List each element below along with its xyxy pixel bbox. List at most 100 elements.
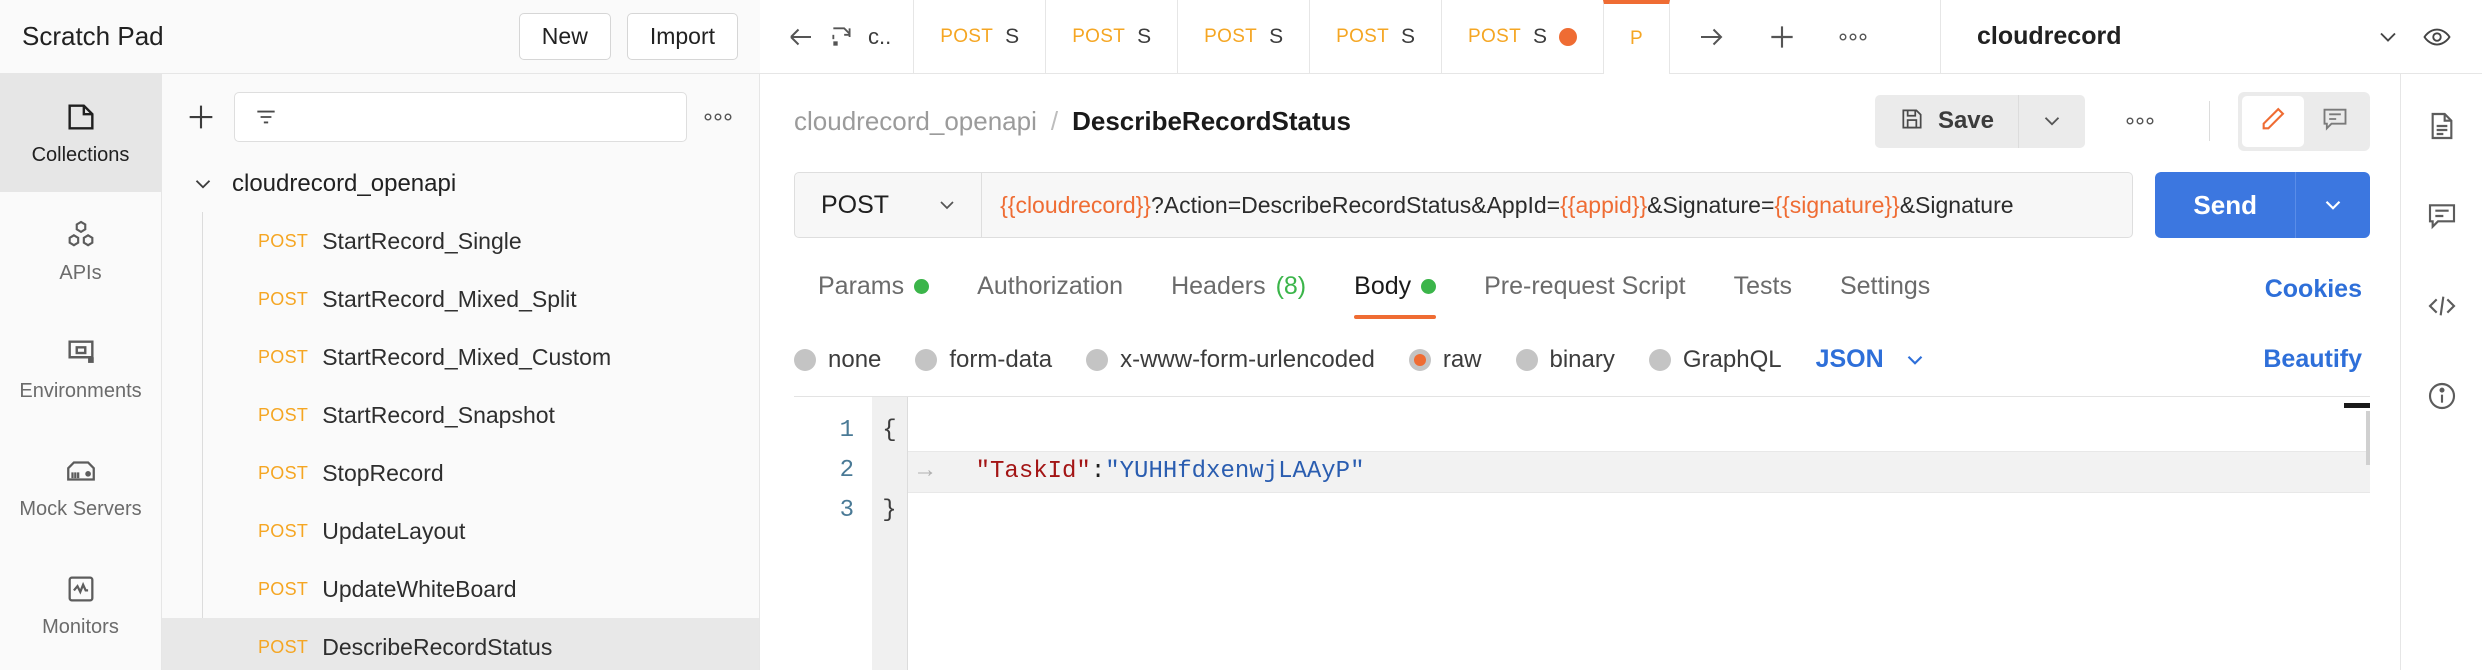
import-button[interactable]: Import (626, 13, 738, 60)
breadcrumb-separator: / (1050, 105, 1059, 136)
editor-line-numbers: 1 2 3 (794, 397, 872, 670)
request-tab-method: P (1630, 28, 1643, 49)
beautify-button[interactable]: Beautify (2263, 345, 2370, 374)
tab-label: Settings (1839, 272, 1931, 300)
ellipsis-icon[interactable] (2099, 115, 2181, 127)
radio-button-selected[interactable] (1408, 348, 1431, 371)
list-item[interactable]: POST StartRecord_Mixed_Split (162, 270, 759, 328)
radio-button[interactable] (1515, 348, 1538, 371)
list-item[interactable]: POST UpdateWhiteBoard (162, 560, 759, 618)
http-method-select[interactable]: POST (795, 173, 983, 237)
documentation-icon[interactable] (2426, 110, 2458, 142)
request-tab[interactable]: POST S (1441, 0, 1603, 73)
chevron-down-icon[interactable] (2374, 23, 2402, 51)
request-name: DescribeRecordStatus (322, 633, 553, 660)
fold-marker: { (882, 417, 897, 444)
workspace-name: cloudrecord (1977, 22, 2122, 50)
radio-button[interactable] (1086, 348, 1109, 371)
radio-button[interactable] (915, 348, 938, 371)
plus-icon[interactable] (1766, 21, 1798, 53)
edit-mode-button[interactable] (2242, 95, 2304, 147)
list-item[interactable]: POST UpdateLayout (162, 502, 759, 560)
tab-settings[interactable]: Settings (1816, 260, 1954, 319)
editor-scrollbar[interactable] (2366, 411, 2370, 465)
request-tab[interactable]: POST S (913, 0, 1045, 73)
send-button[interactable]: Send (2155, 172, 2295, 238)
headers-count: (8) (1275, 272, 1307, 300)
body-type-raw[interactable]: raw (1408, 346, 1482, 374)
body-type-urlencoded[interactable]: x-www-form-urlencoded (1086, 346, 1375, 374)
plus-icon[interactable] (184, 100, 218, 134)
sidebar-item-apis[interactable]: APIs (0, 192, 161, 310)
workspace-selector[interactable]: cloudrecord (1940, 0, 2482, 74)
radio-button[interactable] (1648, 348, 1671, 371)
tab-label: Tests (1733, 272, 1792, 300)
save-options-caret[interactable] (2018, 94, 2085, 148)
body-format-select[interactable]: JSON (1816, 345, 1928, 374)
tab-params[interactable]: Params (794, 260, 953, 319)
comment-mode-button[interactable] (2304, 96, 2366, 147)
list-item[interactable]: POST StartRecord_Single (162, 212, 759, 270)
sidebar-item-mock-servers[interactable]: Mock Servers (0, 428, 161, 546)
ellipsis-icon[interactable] (1838, 31, 1868, 43)
radio-button[interactable] (794, 348, 816, 371)
list-item[interactable]: POST StartRecord_Snapshot (162, 386, 759, 444)
save-button[interactable]: Save (1874, 94, 2018, 148)
comment-icon[interactable] (2426, 200, 2458, 232)
breadcrumb-parent[interactable]: cloudrecord_openapi (794, 106, 1037, 137)
chevron-down-icon (1902, 347, 1928, 373)
body-code-editor[interactable]: 1 2 3 { } → "TaskId":"YUHHfdxenwjLAAyP" (794, 396, 2370, 670)
tab-label: Authorization (977, 272, 1124, 300)
http-method-value: POST (821, 190, 890, 219)
chevron-down-icon[interactable] (190, 171, 216, 197)
sidebar-item-collections[interactable]: Collections (0, 74, 161, 192)
request-tab-active[interactable]: P (1603, 0, 1670, 74)
arrow-right-icon[interactable] (1696, 22, 1726, 52)
scrollbar-marker[interactable] (2344, 403, 2370, 408)
right-tool-rail (2400, 74, 2482, 670)
info-icon[interactable] (2426, 380, 2458, 412)
collection-root-row[interactable]: cloudrecord_openapi (162, 156, 759, 212)
sidebar-item-environments[interactable]: Environments (0, 310, 161, 428)
search-input[interactable] (234, 92, 687, 142)
request-tab[interactable]: POST S (1309, 0, 1441, 73)
list-item-selected[interactable]: POST DescribeRecordStatus (162, 618, 759, 670)
send-options-caret[interactable] (2295, 172, 2370, 238)
fold-marker (882, 451, 896, 491)
request-method: POST (258, 288, 309, 309)
ellipsis-icon[interactable] (703, 111, 733, 123)
editor-code-area[interactable]: → "TaskId":"YUHHfdxenwjLAAyP" (908, 397, 2370, 670)
save-button-label: Save (1937, 107, 1994, 134)
url-input[interactable]: {{cloudrecord}} ?Action=DescribeRecordSta… (982, 173, 2132, 237)
request-tab[interactable]: POST S (1177, 0, 1309, 73)
line-number: 3 (839, 497, 854, 524)
body-type-graphql[interactable]: GraphQL (1648, 346, 1782, 374)
eye-icon[interactable] (2422, 22, 2452, 52)
body-type-form-data[interactable]: form-data (915, 346, 1052, 374)
sidebar-item-label: Monitors (42, 615, 119, 638)
code-icon[interactable] (2426, 290, 2458, 322)
tab-pre-request-script[interactable]: Pre-request Script (1460, 260, 1709, 319)
list-item[interactable]: POST StartRecord_Mixed_Custom (162, 328, 759, 386)
list-item[interactable]: POST StopRecord (162, 444, 759, 502)
url-variable: {{signature}} (1774, 191, 1900, 218)
request-name: StartRecord_Mixed_Custom (322, 343, 612, 370)
tab-strip-back-group[interactable]: c.. (760, 0, 913, 73)
cookies-link[interactable]: Cookies (2265, 275, 2370, 304)
new-button[interactable]: New (518, 13, 611, 60)
body-type-binary[interactable]: binary (1515, 346, 1615, 374)
tab-headers[interactable]: Headers (8) (1147, 260, 1330, 319)
tab-tests[interactable]: Tests (1710, 260, 1816, 319)
tab-label: Params (818, 272, 905, 300)
editor-fold-gutter[interactable]: { } (872, 397, 908, 670)
page-title: DescribeRecordStatus (1072, 105, 1351, 136)
tab-authorization[interactable]: Authorization (953, 260, 1147, 319)
arrow-left-icon[interactable] (786, 22, 816, 52)
tab-body[interactable]: Body (1330, 260, 1460, 319)
body-type-options: none form-data x-www-form-urlencoded raw… (760, 345, 2400, 374)
request-tab[interactable]: POST S (1045, 0, 1177, 73)
body-type-none[interactable]: none (794, 346, 881, 374)
tab-collection-label: c.. (868, 23, 892, 49)
sidebar-item-monitors[interactable]: Monitors (0, 546, 161, 664)
